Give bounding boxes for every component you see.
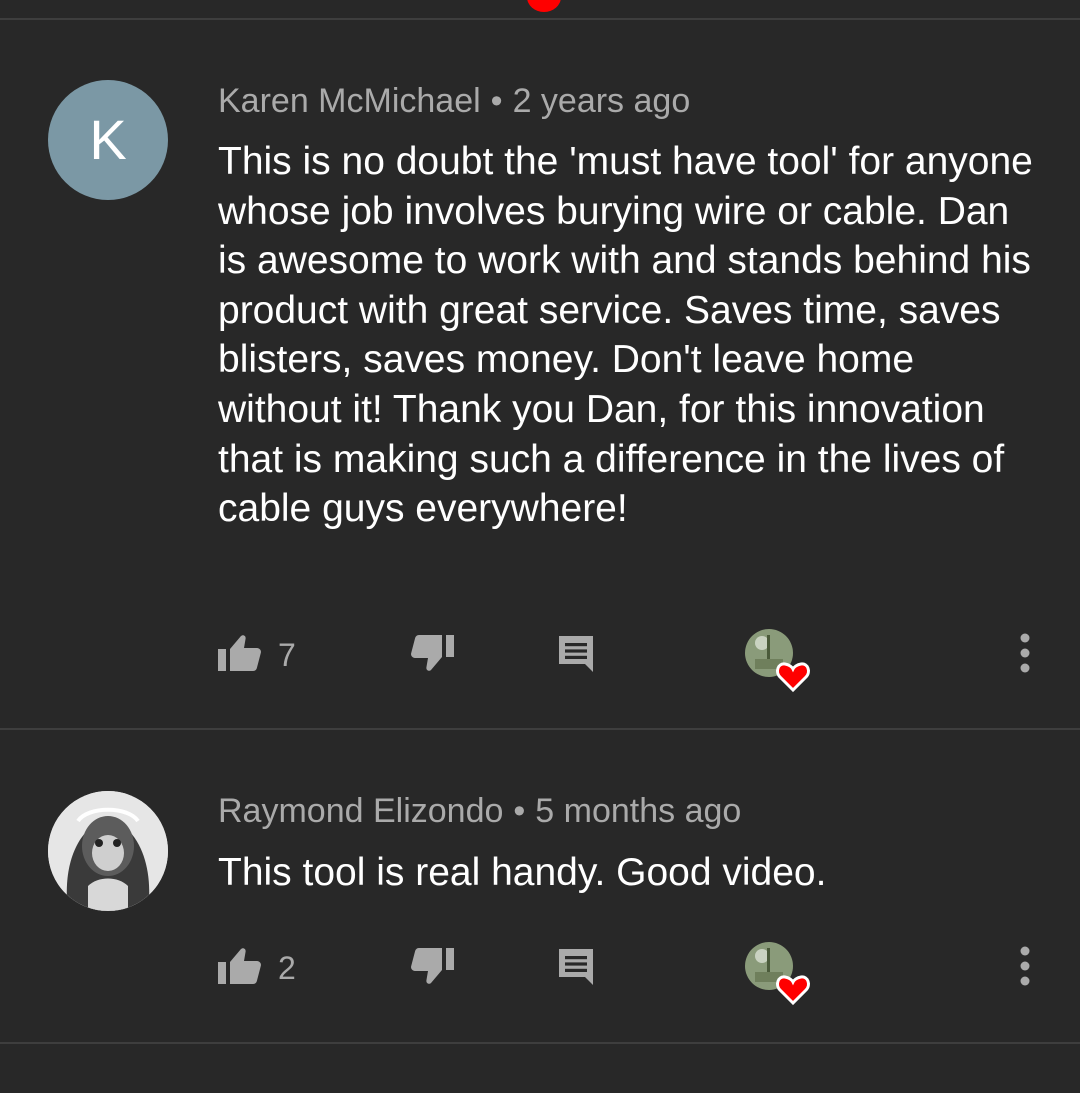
author-name[interactable]: Karen McMichael bbox=[218, 82, 481, 120]
avatar[interactable] bbox=[48, 791, 168, 911]
comment-meta: Raymond Elizondo • 5 months ago bbox=[218, 792, 741, 831]
like-button[interactable]: 2 bbox=[216, 938, 296, 998]
comments-page: K Karen McMichael • 2 years ago This is no… bbox=[0, 0, 1080, 1093]
meta-separator: • bbox=[490, 82, 503, 120]
thumb-down-icon bbox=[408, 946, 456, 991]
like-count: 7 bbox=[278, 636, 296, 673]
comment-actions: 2 bbox=[0, 938, 1080, 1006]
like-button[interactable]: 7 bbox=[216, 625, 296, 685]
creator-heart-icon bbox=[776, 975, 810, 1006]
more-vert-icon bbox=[1010, 631, 1040, 680]
comment-divider bbox=[0, 1042, 1080, 1044]
creator-heart-icon bbox=[776, 662, 810, 693]
comment-meta: Karen McMichael • 2 years ago bbox=[218, 82, 690, 121]
reply-button[interactable] bbox=[555, 938, 597, 998]
thumb-up-icon bbox=[216, 946, 264, 991]
comment-actions: 7 bbox=[0, 625, 1080, 693]
creator-heart bbox=[745, 942, 815, 1006]
reply-comment-icon bbox=[555, 632, 597, 679]
meta-separator: • bbox=[513, 792, 526, 830]
creator-heart bbox=[745, 629, 815, 693]
more-vert-icon bbox=[1010, 944, 1040, 993]
more-options-button[interactable] bbox=[1010, 938, 1040, 998]
more-options-button[interactable] bbox=[1010, 625, 1040, 685]
dislike-button[interactable] bbox=[408, 625, 456, 685]
comment-time: 5 months ago bbox=[535, 792, 742, 830]
thumb-down-icon bbox=[408, 633, 456, 678]
comment-divider bbox=[0, 728, 1080, 730]
author-name[interactable]: Raymond Elizondo bbox=[218, 792, 503, 830]
reply-button[interactable] bbox=[555, 625, 597, 685]
like-count: 2 bbox=[278, 949, 296, 986]
thumb-up-icon bbox=[216, 633, 264, 678]
comment-time: 2 years ago bbox=[512, 82, 691, 120]
reply-comment-icon bbox=[555, 945, 597, 992]
comment-text: This is no doubt the 'must have tool' fo… bbox=[218, 140, 1033, 531]
comment-text: This tool is real handy. Good video. bbox=[218, 851, 827, 894]
progress-indicator-dot bbox=[527, 0, 561, 12]
top-divider bbox=[0, 18, 1080, 20]
dislike-button[interactable] bbox=[408, 938, 456, 998]
avatar[interactable]: K bbox=[48, 80, 168, 200]
